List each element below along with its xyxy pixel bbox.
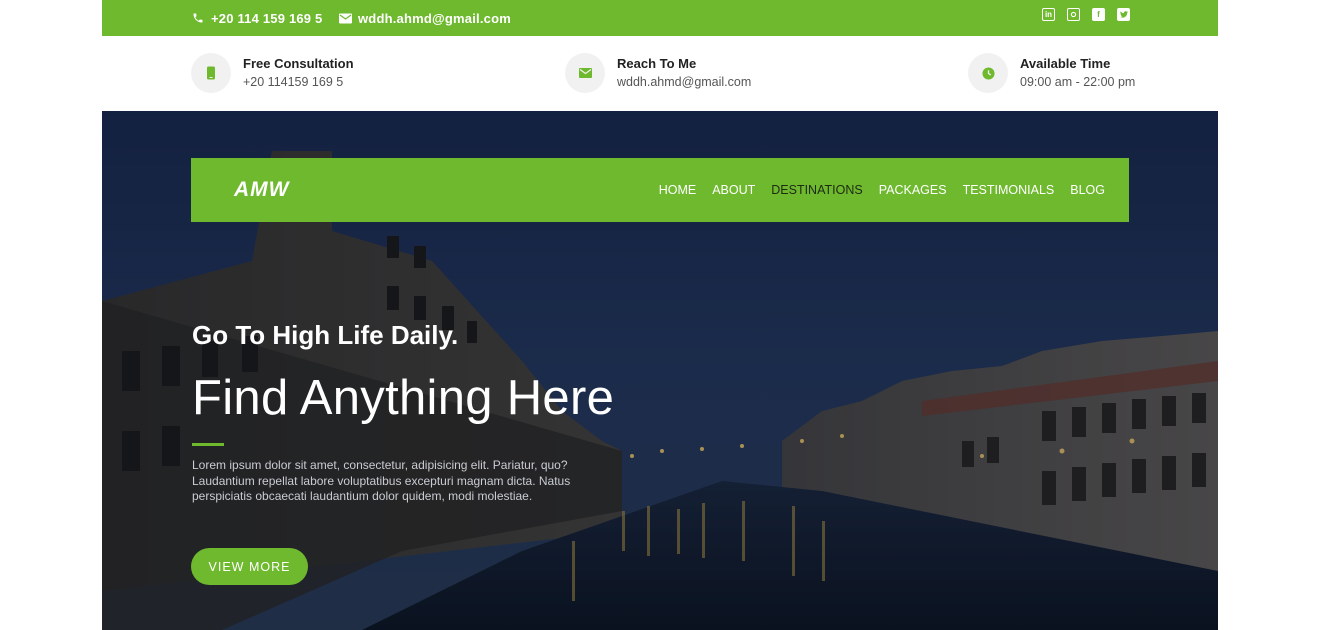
- nav-item-blog[interactable]: BLOG: [1070, 183, 1105, 197]
- info-title: Available Time: [1020, 56, 1111, 71]
- hero-title: Find Anything Here: [192, 371, 615, 425]
- envelope-icon: [565, 53, 605, 93]
- topbar-phone[interactable]: +20 114 159 169 5: [191, 0, 322, 36]
- info-reach: Reach To Me wddh.ahmd@gmail.com: [565, 53, 751, 93]
- hero-subtitle: Go To High Life Daily.: [192, 320, 459, 350]
- accent-divider: [192, 443, 224, 446]
- info-consultation: Free Consultation +20 114159 169 5: [191, 53, 354, 93]
- phone-icon: [191, 11, 205, 25]
- linkedin-icon[interactable]: in: [1042, 8, 1055, 21]
- info-time: Available Time 09:00 am - 22:00 pm: [968, 53, 1135, 93]
- clock-icon: [968, 53, 1008, 93]
- main-navbar: AMW HOME ABOUT DESTINATIONS PACKAGES TES…: [191, 158, 1129, 222]
- info-title: Free Consultation: [243, 56, 354, 71]
- page: +20 114 159 169 5 wddh.ahmd@gmail.com in…: [102, 0, 1218, 630]
- envelope-icon: [338, 11, 352, 25]
- info-strip: Free Consultation +20 114159 169 5 Reach…: [102, 36, 1218, 111]
- topbar-email[interactable]: wddh.ahmd@gmail.com: [338, 0, 511, 36]
- hero-description: Lorem ipsum dolor sit amet, consectetur,…: [192, 458, 571, 503]
- site-logo[interactable]: AMW: [234, 178, 289, 202]
- nav-item-packages[interactable]: PACKAGES: [879, 183, 947, 197]
- instagram-icon[interactable]: [1067, 8, 1080, 21]
- facebook-icon[interactable]: f: [1092, 8, 1105, 21]
- nav-item-about[interactable]: ABOUT: [712, 183, 755, 197]
- nav-menu: HOME ABOUT DESTINATIONS PACKAGES TESTIMO…: [659, 158, 1105, 222]
- nav-item-testimonials[interactable]: TESTIMONIALS: [963, 183, 1055, 197]
- info-value: 09:00 am - 22:00 pm: [1020, 75, 1136, 89]
- view-more-button[interactable]: VIEW MORE: [191, 548, 308, 585]
- mobile-icon: [191, 53, 231, 93]
- info-value: wddh.ahmd@gmail.com: [617, 75, 752, 89]
- info-value: +20 114159 169 5: [243, 75, 344, 89]
- top-bar: +20 114 159 169 5 wddh.ahmd@gmail.com in…: [102, 0, 1218, 36]
- twitter-icon[interactable]: [1117, 8, 1130, 21]
- topbar-email-text: wddh.ahmd@gmail.com: [358, 10, 511, 26]
- topbar-phone-text: +20 114 159 169 5: [211, 10, 323, 26]
- nav-item-destinations[interactable]: DESTINATIONS: [771, 183, 862, 197]
- nav-item-home[interactable]: HOME: [659, 183, 697, 197]
- social-links: in f: [1042, 8, 1130, 21]
- info-title: Reach To Me: [617, 56, 697, 71]
- hero-section: AMW HOME ABOUT DESTINATIONS PACKAGES TES…: [102, 111, 1218, 630]
